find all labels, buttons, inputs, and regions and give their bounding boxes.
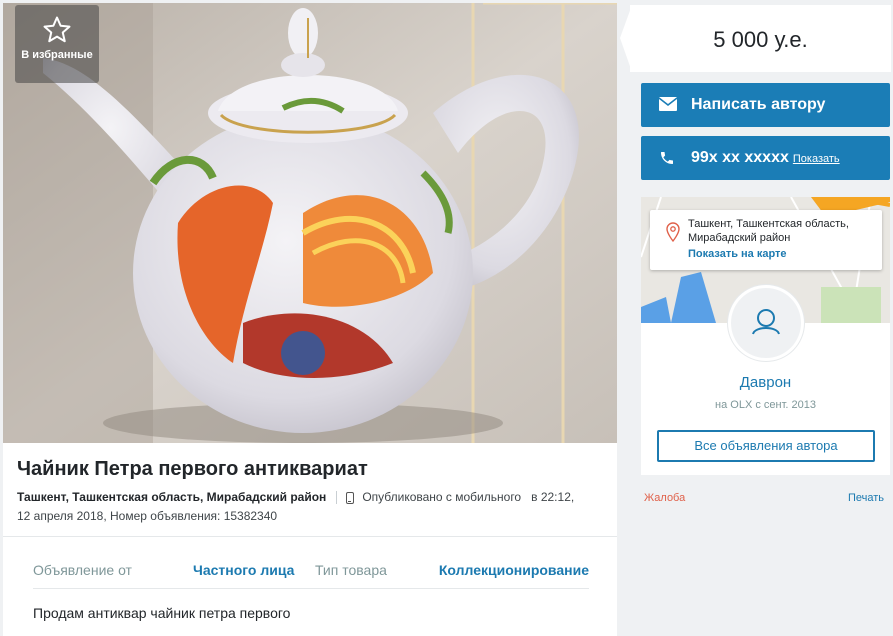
complain-link[interactable]: Жалоба xyxy=(644,492,685,504)
show-phone-link[interactable]: Показать xyxy=(793,153,840,165)
phone-number: 99x xx xxxxx xyxy=(691,149,789,166)
location-pin-icon xyxy=(666,222,680,242)
phone-button[interactable]: 99x xx xxxxx Показать xyxy=(641,136,890,180)
listing-page: В избранные Чайник Петра первого антиква… xyxy=(0,0,893,636)
print-link[interactable]: Печать xyxy=(848,492,884,504)
listing-meta: Ташкент, Ташкентская область, Мирабадски… xyxy=(17,488,602,526)
published-date-id: 12 апреля 2018, Номер объявления: 153823… xyxy=(17,509,278,523)
detail-value-type[interactable]: Коллекционирование xyxy=(439,562,589,578)
divider xyxy=(3,536,617,537)
seller-since: на OLX с сент. 2013 xyxy=(715,399,816,411)
listing-description: Продам антиквар чайник петра первого xyxy=(33,605,291,621)
user-icon xyxy=(752,309,780,335)
star-icon xyxy=(43,16,71,43)
detail-value-seller[interactable]: Частного лица xyxy=(193,562,294,578)
seller-card: Ташкент, Ташкентская область, Мирабадски… xyxy=(641,197,890,475)
listing-title: Чайник Петра первого антиквариат xyxy=(17,458,368,480)
write-author-button[interactable]: Написать автору xyxy=(641,83,890,127)
price: 5 000 у.е. xyxy=(713,27,808,52)
listing-main: В избранные Чайник Петра первого антиква… xyxy=(3,3,617,636)
meta-separator xyxy=(336,491,338,505)
favorite-label: В избранные xyxy=(21,49,93,61)
seller-name[interactable]: Даврон xyxy=(641,374,890,391)
detail-key-type: Тип товара xyxy=(315,562,387,578)
published-time: в 22:12, xyxy=(531,490,575,504)
mobile-icon xyxy=(346,491,355,504)
listing-photo[interactable]: В избранные xyxy=(3,3,617,443)
published-source: Опубликовано с мобильного xyxy=(362,490,522,504)
phone-icon xyxy=(661,152,673,164)
all-ads-button[interactable]: Все объявления автора xyxy=(657,430,875,462)
favorite-button[interactable]: В избранные xyxy=(15,5,99,83)
avatar[interactable] xyxy=(728,285,804,361)
envelope-icon xyxy=(659,97,677,111)
seller-address: Ташкент, Ташкентская область, Мирабадски… xyxy=(688,218,849,244)
divider xyxy=(33,588,589,589)
listing-details: Объявление от Частного лица Тип товара К… xyxy=(33,558,589,584)
price-box: 5 000 у.е. xyxy=(630,5,891,72)
detail-key-seller: Объявление от xyxy=(33,562,132,578)
show-on-map-link[interactable]: Показать на карте xyxy=(688,248,787,260)
write-author-label: Написать автору xyxy=(691,96,826,113)
address-popup: Ташкент, Ташкентская область, Мирабадски… xyxy=(650,210,882,270)
listing-location[interactable]: Ташкент, Ташкентская область, Мирабадски… xyxy=(17,490,326,504)
